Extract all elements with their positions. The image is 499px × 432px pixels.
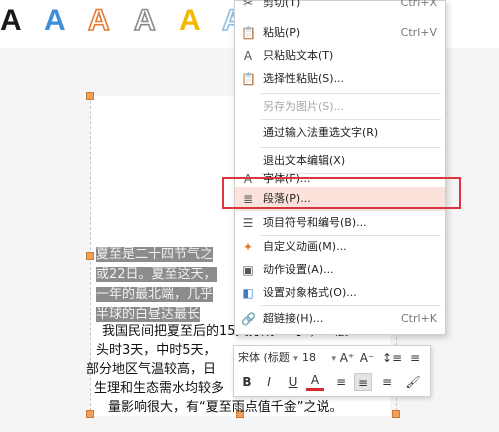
text-line: 量影响很大，有“夏至雨点值千金”之说。 <box>108 400 343 415</box>
menu-item-reconvert-ime[interactable]: 通过输入法重选文字(R) <box>235 121 445 145</box>
align-center-button[interactable]: ≡ <box>354 373 372 391</box>
menu-item-label: 通过输入法重选文字(R) <box>263 126 379 139</box>
para-spacing-button[interactable]: ≡ <box>406 349 424 367</box>
chevron-down-icon: ▾ <box>293 354 298 364</box>
text-line: 夏至是二十四节气之 <box>96 247 214 262</box>
menu-item-cut[interactable]: ✂ 剪切(T) Ctrl+X <box>235 0 445 15</box>
underline-button[interactable]: U <box>284 373 302 391</box>
font-size-dropdown[interactable]: 18 ▾ <box>302 350 336 367</box>
text-line: 或22日。夏至这天， <box>96 267 217 282</box>
shrink-font-button[interactable]: A⁻ <box>358 349 376 367</box>
menu-separator <box>261 93 441 94</box>
mini-format-toolbar: 宋体 (标题 ▾ 18 ▾ A⁺ A⁻ ↕≡ ≡ B I U A ≡ ≡ ≡ 🖌 <box>233 345 431 397</box>
menu-item-label: 另存为图片(S)... <box>263 100 345 113</box>
highlight-annotation-box <box>222 177 461 209</box>
menu-item-label: 只粘贴文本(T) <box>263 49 334 62</box>
font-color-button[interactable]: A <box>306 373 324 391</box>
bullets-numbering-icon: ☰ <box>242 216 254 230</box>
wordart-style-2[interactable]: A <box>44 4 66 38</box>
italic-button[interactable]: I <box>260 373 278 391</box>
hyperlink-icon: 🔗 <box>241 312 256 326</box>
align-left-button[interactable]: ≡ <box>332 373 350 391</box>
wordart-style-5[interactable]: A <box>179 4 201 38</box>
paragraph-selected[interactable]: 夏至是二十四节气之 或22日。夏至这天， 一年的最北端，几乎 半球的白昼达最长 <box>96 245 244 325</box>
font-name-dropdown[interactable]: 宋体 (标题 ▾ <box>238 350 298 367</box>
paste-special-icon: 📋 <box>241 72 256 86</box>
font-name-value: 宋体 (标题 <box>238 351 290 364</box>
menu-separator <box>261 147 441 148</box>
action-settings-icon: ▣ <box>242 263 254 277</box>
menu-item-custom-animation[interactable]: ✦ 自定义动画(M)... <box>235 235 445 259</box>
menu-item-label: 自定义动画(M)... <box>263 240 347 253</box>
menu-item-shortcut: Ctrl+V <box>400 26 437 39</box>
menu-item-object-format[interactable]: ◧ 设置对象格式(O)... <box>235 281 445 305</box>
resize-handle-top-left[interactable] <box>86 92 94 100</box>
bold-button[interactable]: B <box>238 373 256 391</box>
menu-item-label: 设置对象格式(O)... <box>263 286 357 299</box>
object-format-icon: ◧ <box>242 286 254 300</box>
chevron-down-icon: ▾ <box>331 354 337 364</box>
menu-item-label: 动作设置(A)... <box>263 263 334 276</box>
text-line: 一年的最北端，几乎 <box>96 287 214 302</box>
resize-handle-mid-left[interactable] <box>86 252 94 260</box>
menu-item-label: 选择性粘贴(S)... <box>263 72 345 85</box>
menu-item-label: 超链接(H)... <box>263 312 324 325</box>
menu-item-paste-special[interactable]: 📋 选择性粘贴(S)... <box>235 67 445 91</box>
wordart-style-1[interactable]: A <box>0 4 22 38</box>
menu-item-label: 项目符号和编号(B)... <box>263 216 367 229</box>
menu-item-paste[interactable]: 📋 粘贴(P) Ctrl+V <box>235 21 445 45</box>
menu-item-action-settings[interactable]: ▣ 动作设置(A)... <box>235 258 445 282</box>
custom-animation-icon: ✦ <box>242 240 254 254</box>
font-size-value: 18 <box>302 351 316 364</box>
format-painter-button[interactable]: 🖌 <box>404 373 422 391</box>
menu-separator <box>261 119 441 120</box>
menu-separator <box>261 305 441 306</box>
cut-icon: ✂ <box>242 0 254 10</box>
menu-item-hyperlink[interactable]: 🔗 超链接(H)... Ctrl+K <box>235 307 445 331</box>
menu-item-label: 剪切(T) <box>263 0 301 9</box>
grow-font-button[interactable]: A⁺ <box>338 349 356 367</box>
align-right-button[interactable]: ≡ <box>378 373 396 391</box>
menu-item-paste-text-only[interactable]: A 只粘贴文本(T) <box>235 44 445 68</box>
menu-item-label: 粘贴(P) <box>263 26 301 39</box>
paste-icon: 📋 <box>241 26 256 40</box>
menu-item-shortcut: Ctrl+X <box>400 0 437 9</box>
wordart-style-4[interactable]: A <box>133 3 156 38</box>
menu-item-bullets-numbering[interactable]: ☰ 项目符号和编号(B)... <box>235 211 445 235</box>
menu-item-shortcut: Ctrl+K <box>400 312 437 325</box>
line-spacing-button[interactable]: ↕≡ <box>382 349 402 367</box>
context-menu: ✂ 剪切(T) Ctrl+X 📋 粘贴(P) Ctrl+V A 只粘贴文本(T)… <box>234 0 446 335</box>
wordart-style-3[interactable]: A <box>87 3 110 38</box>
paste-text-icon: A <box>243 49 253 63</box>
menu-item-save-as-picture[interactable]: 另存为图片(S)... <box>235 95 445 119</box>
